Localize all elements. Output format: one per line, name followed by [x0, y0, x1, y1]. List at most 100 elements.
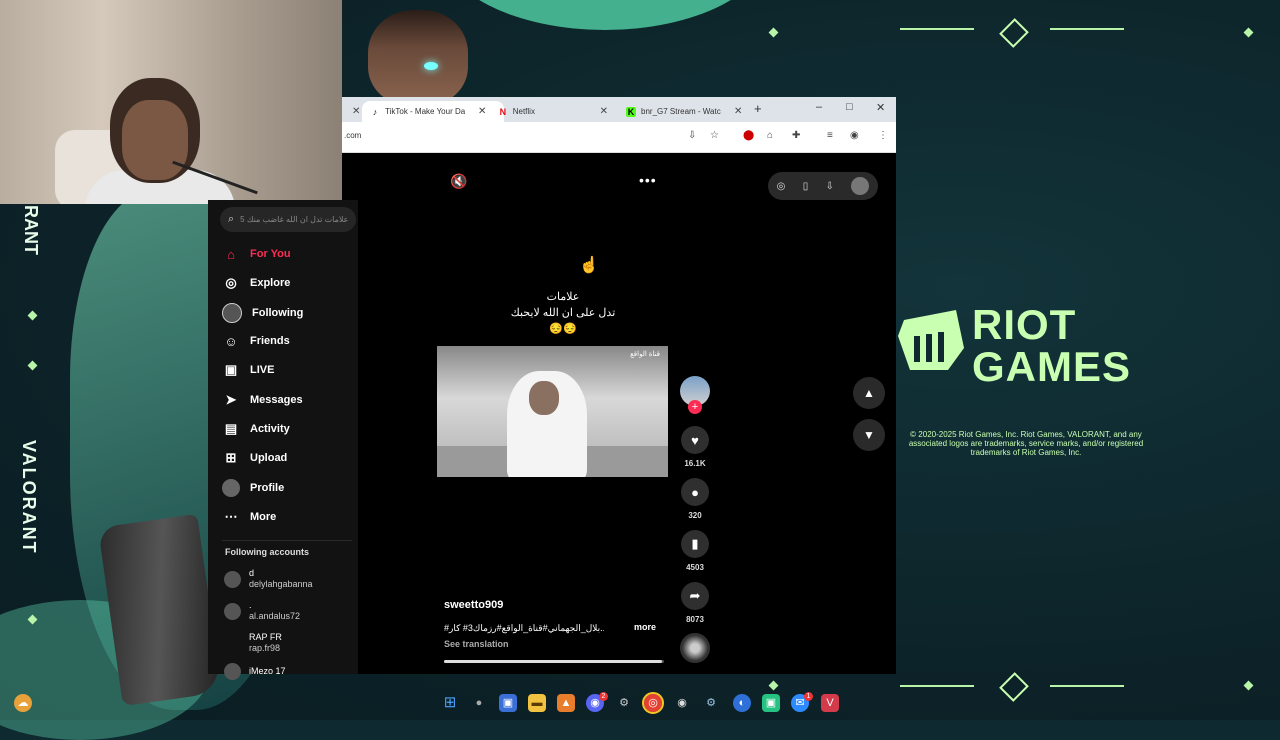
- nav-upload[interactable]: ⊞ Upload: [222, 449, 288, 467]
- valorant-wordmark: VALORANT: [19, 440, 39, 555]
- more-link[interactable]: more: [634, 622, 656, 632]
- video-watermark: قناة الواقع: [630, 351, 660, 358]
- nav-label: Following: [252, 307, 304, 319]
- weather-icon[interactable]: ☁: [14, 694, 32, 712]
- nav-live[interactable]: ▣ LIVE: [222, 361, 275, 379]
- steam-icon[interactable]: ⚙: [702, 694, 720, 712]
- like-button[interactable]: ♥ 16.1K: [680, 426, 710, 468]
- close-icon[interactable]: ✕: [600, 106, 608, 117]
- adblock-icon[interactable]: ⬤: [743, 130, 754, 141]
- next-video-button[interactable]: ▼: [853, 419, 885, 451]
- steam-icon[interactable]: ⚙: [615, 694, 633, 712]
- nav-profile[interactable]: Profile: [222, 479, 284, 497]
- bookmark-star-icon[interactable]: ☆: [710, 130, 719, 141]
- nav-explore[interactable]: ◎ Explore: [222, 274, 290, 292]
- video-player[interactable]: قناة الواقع: [437, 346, 668, 477]
- bookmark-icon: ▮: [681, 530, 709, 558]
- close-window-button[interactable]: ✕: [876, 101, 885, 114]
- media-icon[interactable]: ≡: [827, 130, 833, 141]
- tab-bar: ✕ ♪ TikTok - Make Your Da ✕ N Netflix ✕ …: [342, 97, 896, 122]
- app-icon[interactable]: ▣: [762, 694, 780, 712]
- messenger-badge: 1: [804, 692, 813, 701]
- see-translation-link[interactable]: See translation: [444, 639, 509, 649]
- search-icon: ⌕: [228, 213, 235, 225]
- puzzle-icon[interactable]: ✚: [792, 130, 800, 141]
- more-options-icon[interactable]: •••: [639, 172, 657, 188]
- nav-label: Activity: [250, 423, 290, 435]
- following-account[interactable]: RAP FR rap.fr98: [224, 632, 282, 654]
- nav-label: Messages: [250, 394, 303, 406]
- tab-kick[interactable]: K bnr_G7 Stream - Watch ✕: [626, 101, 746, 122]
- obs-icon[interactable]: ◉: [673, 694, 691, 712]
- close-icon[interactable]: ✕: [478, 106, 486, 117]
- mute-icon[interactable]: 🔇: [450, 173, 467, 190]
- avatar: [224, 635, 241, 652]
- windows-icon[interactable]: ⊞: [441, 694, 459, 712]
- caption-line: علامات: [546, 291, 580, 303]
- edge-icon[interactable]: ◐: [733, 694, 751, 712]
- search-query: علامات تدل ان الله غاضب منك 5: [240, 215, 349, 224]
- following-account[interactable]: iMezo 17: [224, 663, 286, 680]
- nav-messages[interactable]: ➤ Messages: [222, 391, 303, 409]
- chrome-icon[interactable]: ◎: [642, 692, 664, 714]
- ornament-line: [1050, 28, 1124, 30]
- agent-character-eye: [424, 62, 438, 70]
- account-name: .: [249, 600, 252, 610]
- comment-button[interactable]: ● 320: [680, 478, 710, 520]
- previous-video-button[interactable]: ▲: [853, 377, 885, 409]
- author-name[interactable]: sweetto909: [444, 599, 503, 611]
- nav-following[interactable]: Following: [222, 303, 303, 323]
- folder-icon[interactable]: ▬: [528, 694, 546, 712]
- following-account[interactable]: . al.andalus72: [224, 600, 300, 622]
- account-handle: al.andalus72: [249, 611, 301, 621]
- tab-tiktok[interactable]: ♪ TikTok - Make Your Da ✕: [362, 101, 504, 122]
- nav-more[interactable]: ⋯ More: [222, 508, 277, 526]
- extension-icon[interactable]: ⌂: [767, 130, 773, 141]
- download-icon[interactable]: ⇩: [826, 181, 834, 192]
- tab-label: TikTok - Make Your Da: [385, 107, 465, 116]
- video-progress-bar[interactable]: [444, 660, 664, 663]
- profile-avatar-icon[interactable]: ◉: [850, 130, 859, 141]
- coin-icon[interactable]: ◎: [777, 181, 786, 192]
- valorant-icon[interactable]: V: [821, 694, 839, 712]
- sidebar-divider: [222, 540, 352, 541]
- minimize-button[interactable]: –: [816, 101, 822, 113]
- following-account[interactable]: d delylahgabanna: [224, 568, 313, 590]
- discord-badge: 2: [599, 692, 608, 701]
- video-person-face: [529, 381, 559, 415]
- nav-label: Friends: [250, 335, 290, 347]
- menu-icon[interactable]: ⋮: [878, 130, 888, 141]
- home-icon: ⌂: [227, 246, 235, 262]
- share-icon: ➦: [681, 582, 709, 610]
- valorant-wordmark-top: RANT: [21, 205, 41, 255]
- save-button[interactable]: ▮ 4503: [680, 530, 710, 572]
- friends-icon: ☺: [224, 333, 238, 349]
- close-icon[interactable]: ✕: [734, 106, 742, 117]
- agent-character-head: [368, 10, 468, 105]
- webcam-person-face: [122, 100, 188, 180]
- music-disc-icon[interactable]: [680, 633, 710, 663]
- nav-for-you[interactable]: ⌂ For You: [222, 245, 290, 263]
- tab-close-left[interactable]: ✕: [344, 101, 360, 122]
- search-icon[interactable]: ●: [470, 694, 488, 712]
- new-tab-button[interactable]: +: [754, 101, 762, 116]
- netflix-icon: N: [499, 106, 507, 117]
- share-count: 8073: [686, 615, 704, 624]
- ornament-line: [900, 28, 974, 30]
- follow-plus-icon[interactable]: +: [688, 400, 702, 414]
- git-icon[interactable]: ▲: [557, 694, 575, 712]
- maximize-button[interactable]: □: [846, 101, 853, 113]
- nav-activity[interactable]: ▤ Activity: [222, 420, 290, 438]
- tab-netflix[interactable]: N Netflix ✕: [498, 101, 608, 122]
- store-icon[interactable]: ▣: [499, 694, 517, 712]
- address-bar[interactable]: .com ⇩ ☆ ⬤ ⌂ ✚ ≡ ◉ ⋮: [342, 122, 896, 153]
- compass-icon: ◎: [225, 275, 237, 290]
- share-button[interactable]: ➦ 8073: [680, 582, 710, 624]
- search-input[interactable]: ⌕ علامات تدل ان الله غاضب منك 5: [220, 207, 356, 232]
- user-avatar[interactable]: [851, 177, 870, 195]
- device-icon[interactable]: ▯: [803, 181, 809, 192]
- kick-icon: K: [626, 106, 636, 117]
- install-icon[interactable]: ⇩: [688, 130, 696, 141]
- top-toolbar: ◎ ▯ ⇩: [768, 172, 878, 200]
- nav-friends[interactable]: ☺ Friends: [222, 332, 290, 350]
